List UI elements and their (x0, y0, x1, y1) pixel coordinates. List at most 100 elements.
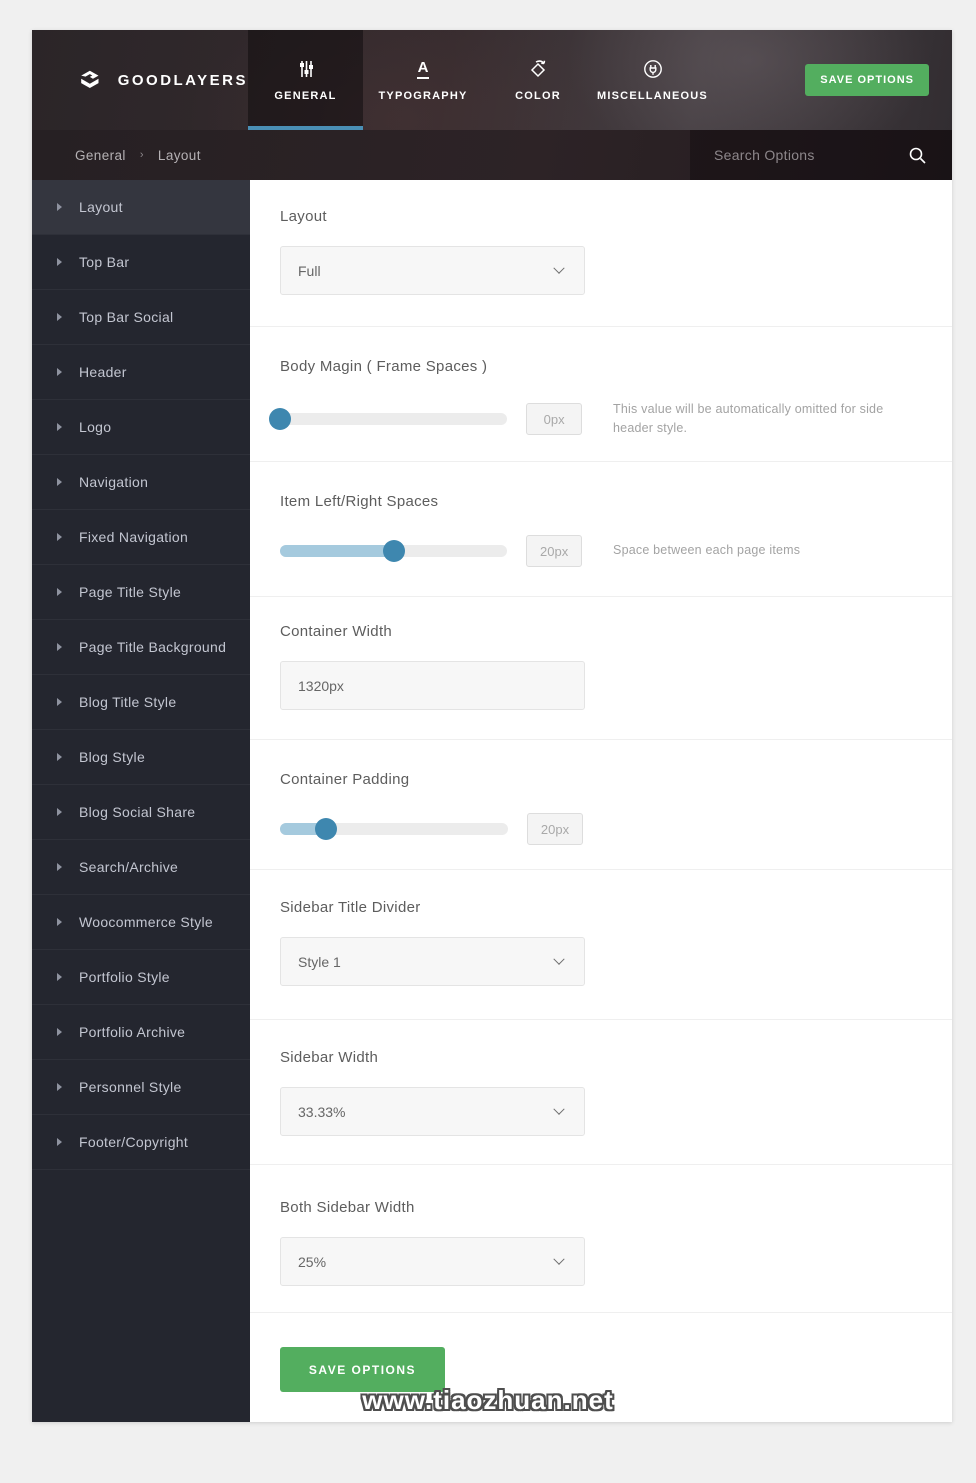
sidebar-item-logo[interactable]: Logo (32, 400, 250, 455)
chevron-right-icon (57, 478, 62, 486)
both-sidebar-width-value: 25% (298, 1253, 327, 1270)
slider-handle[interactable] (382, 540, 405, 562)
chevron-down-icon (553, 1103, 565, 1115)
sidebar-item-navigation[interactable]: Navigation (32, 455, 250, 510)
item-spaces-desc: Space between each page items (613, 543, 801, 558)
section-body-margin: Body Magin ( Frame Spaces ) 0px This val… (250, 327, 952, 462)
chevron-right-icon (57, 1028, 62, 1036)
section-item-spaces: Item Left/Right Spaces 20px Space betwee… (250, 462, 952, 597)
typography-icon: A (416, 58, 430, 80)
section-both-sidebar-width: Both Sidebar Width 25% (250, 1165, 952, 1313)
sidebar-item-header[interactable]: Header (32, 345, 250, 400)
chevron-right-icon (57, 313, 62, 321)
watermark: www.tiaozhuan.net (362, 1385, 614, 1415)
options-sidebar: Layout Top Bar Top Bar Social Header Logo Nav… (32, 180, 250, 1422)
sidebar-title-divider-value: Style 1 (298, 953, 341, 970)
sidebar-item-label: Footer/Copyright (79, 1134, 189, 1150)
sidebar-width-select[interactable]: 33.33% (280, 1087, 585, 1136)
layout-select[interactable]: Full (280, 246, 585, 295)
chevron-right-icon (57, 1083, 62, 1091)
sidebar-item-label: Layout (79, 199, 123, 215)
slider-handle[interactable] (269, 408, 291, 431)
breadcrumb-bar: General › Layout (32, 130, 952, 180)
tab-miscellaneous-label: MISCELLANEOUS (597, 90, 708, 102)
sidebar-item-label: Page Title Style (79, 584, 182, 600)
sidebar-item-footer-copyright[interactable]: Footer/Copyright (32, 1115, 250, 1170)
container-padding-label: Container Padding (280, 771, 410, 788)
sidebar-item-label: Search/Archive (79, 859, 179, 875)
both-sidebar-width-label: Both Sidebar Width (280, 1199, 415, 1216)
search-options-input[interactable] (714, 147, 908, 163)
chevron-right-icon (57, 203, 62, 211)
paint-bucket-icon (527, 58, 549, 80)
tab-color[interactable]: COLOR (483, 30, 593, 130)
chevron-right-icon (57, 753, 62, 761)
sidebar-item-blog-title-style[interactable]: Blog Title Style (32, 675, 250, 730)
section-sidebar-width: Sidebar Width 33.33% (250, 1020, 952, 1165)
layout-label: Layout (280, 208, 327, 225)
sidebar-item-page-title-style[interactable]: Page Title Style (32, 565, 250, 620)
sidebar-item-label: Blog Style (79, 749, 146, 765)
breadcrumb-layout: Layout (157, 147, 201, 163)
chevron-down-icon (553, 262, 565, 274)
item-spaces-slider[interactable] (280, 540, 508, 562)
sidebar-item-portfolio-archive[interactable]: Portfolio Archive (32, 1005, 250, 1060)
body-margin-desc: This value will be automatically omitted… (613, 402, 884, 436)
breadcrumb-general[interactable]: General (75, 148, 126, 163)
plug-icon (642, 58, 664, 80)
tab-miscellaneous[interactable]: MISCELLANEOUS (593, 30, 712, 130)
chevron-right-icon (57, 643, 62, 651)
sidebar-item-personnel-style[interactable]: Personnel Style (32, 1060, 250, 1115)
tab-general-label: GENERAL (274, 90, 337, 102)
sidebar-item-label: Fixed Navigation (79, 529, 189, 545)
breadcrumb-separator-icon: › (139, 149, 144, 161)
body-row: Layout Top Bar Top Bar Social Header Logo Nav… (32, 180, 952, 1422)
tab-typography[interactable]: A TYPOGRAPHY (363, 30, 483, 130)
chevron-right-icon (57, 918, 62, 926)
sidebar-title-divider-select[interactable]: Style 1 (280, 937, 585, 986)
slider-handle[interactable] (314, 818, 337, 840)
sidebar-item-search-archive[interactable]: Search/Archive (32, 840, 250, 895)
sidebar-item-blog-social-share[interactable]: Blog Social Share (32, 785, 250, 840)
search-zone (690, 130, 952, 180)
sidebar-item-label: Personnel Style (79, 1079, 182, 1095)
sidebar-item-portfolio-style[interactable]: Portfolio Style (32, 950, 250, 1005)
sidebar-item-label: Header (79, 364, 127, 380)
chevron-right-icon (57, 698, 62, 706)
tab-general[interactable]: GENERAL (248, 30, 363, 130)
sidebar-item-top-bar[interactable]: Top Bar (32, 235, 250, 290)
search-icon[interactable] (908, 146, 927, 165)
item-spaces-value: 20px (526, 535, 583, 567)
save-options-button-top[interactable]: SAVE OPTIONS (805, 64, 929, 96)
sidebar-item-blog-style[interactable]: Blog Style (32, 730, 250, 785)
body-margin-value: 0px (526, 403, 583, 436)
section-container-padding: Container Padding 20px (250, 740, 952, 870)
sidebar-item-label: Portfolio Style (79, 969, 170, 985)
body-margin-label: Body Magin ( Frame Spaces ) (280, 358, 488, 375)
sidebar-item-label: Top Bar Social (79, 309, 174, 325)
sidebar-item-woocommerce-style[interactable]: Woocommerce Style (32, 895, 250, 950)
chevron-right-icon (57, 533, 62, 541)
sidebar-item-top-bar-social[interactable]: Top Bar Social (32, 290, 250, 345)
chevron-down-icon (553, 1253, 565, 1265)
both-sidebar-width-select[interactable]: 25% (280, 1237, 585, 1286)
chevron-right-icon (57, 588, 62, 596)
sidebar-title-divider-label: Sidebar Title Divider (280, 899, 421, 916)
chevron-down-icon (553, 953, 565, 965)
sidebar-item-layout[interactable]: Layout (32, 180, 250, 235)
container-width-label: Container Width (280, 623, 393, 640)
body-margin-slider[interactable] (269, 408, 508, 431)
chevron-right-icon (57, 973, 62, 981)
tab-typography-label: TYPOGRAPHY (378, 90, 468, 102)
item-spaces-label: Item Left/Right Spaces (280, 493, 439, 510)
sliders-icon (296, 58, 316, 80)
sidebar-item-fixed-navigation[interactable]: Fixed Navigation (32, 510, 250, 565)
sidebar-item-page-title-background[interactable]: Page Title Background (32, 620, 250, 675)
container-width-input[interactable] (280, 661, 585, 710)
chevron-right-icon (57, 368, 62, 376)
sidebar-item-label: Blog Title Style (79, 694, 177, 710)
sidebar-item-label: Blog Social Share (79, 804, 196, 820)
chevron-right-icon (57, 423, 62, 431)
sidebar-item-label: Navigation (79, 474, 149, 490)
container-padding-slider[interactable] (280, 818, 508, 840)
